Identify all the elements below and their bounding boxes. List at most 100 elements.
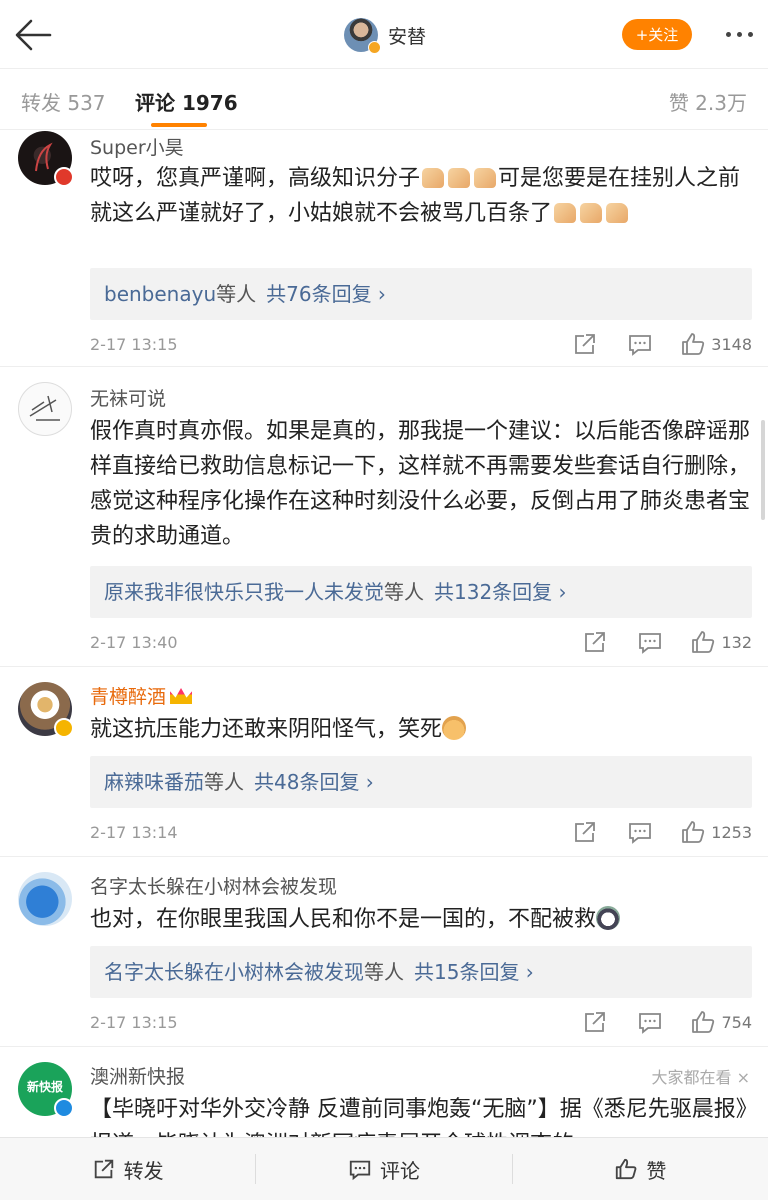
comment-time: 2-17 13:14: [90, 823, 178, 842]
share-icon[interactable]: [582, 629, 608, 655]
back-button[interactable]: [14, 18, 52, 52]
comment-meta: 2-17 13:40 132: [90, 629, 752, 659]
like-count: 132: [721, 633, 752, 652]
share-icon[interactable]: [572, 331, 598, 357]
comment-username[interactable]: 无袜可说: [90, 384, 166, 411]
comment-username[interactable]: 青樽醉酒: [90, 682, 193, 709]
thumbs-up-emoji-icon: [580, 203, 603, 223]
like-icon[interactable]: [690, 629, 716, 655]
author-name: 安替: [388, 25, 427, 48]
top-bar: 安替 +关注: [0, 0, 768, 68]
comment-item: 名字太长躲在小树林会被发现 也对，在你眼里我国人民和你不是一国的，不配被救 名字…: [0, 858, 768, 1047]
reply-names[interactable]: 原来我非很快乐只我一人未发觉: [104, 580, 384, 604]
avatar[interactable]: [344, 18, 381, 54]
replies-summary[interactable]: 原来我非很快乐只我一人未发觉等人 共132条回复 ›: [90, 566, 752, 618]
comment-item: 无袜可说 假作真时真亦假。如果是真的，那我提一个建议：以后能否像辟谣那样直接给已…: [0, 368, 768, 667]
comment-meta: 2-17 13:14 1253: [90, 819, 752, 849]
like-button[interactable]: 赞: [513, 1138, 768, 1200]
comment-text: 【毕晓吁对华外交冷静 反遭前同事炮轰“无脑”】据《悉尼先驱晨报》报道，毕晓认为澳…: [90, 1097, 747, 1137]
comment-text: 假作真时真亦假。如果是真的，那我提一个建议：以后能否像辟谣那样直接给已救助信息标…: [90, 419, 751, 549]
comment-time: 2-17 13:15: [90, 335, 178, 354]
like-icon[interactable]: [680, 819, 706, 845]
avatar-logo-text: 新快报: [26, 1080, 63, 1094]
comment-icon[interactable]: [637, 1009, 663, 1035]
comment-item: Super小昊 哎呀，您真严谨啊，高级知识分子 可是您要是在挂别人之前就这么严谨就…: [0, 131, 768, 367]
comment-username[interactable]: Super小昊: [90, 133, 184, 160]
old-man-emoji-icon: [442, 716, 467, 740]
avatar[interactable]: [18, 682, 74, 738]
thumbs-up-emoji-icon: [422, 168, 445, 188]
comment-time: 2-17 13:40: [90, 633, 178, 652]
ad-tag[interactable]: 大家都在看 ×: [652, 1064, 751, 1088]
avatar[interactable]: [18, 131, 74, 187]
comment-text: 也对，在你眼里我国人民和你不是一国的，不配被救: [90, 902, 752, 937]
comment-time: 2-17 13:15: [90, 1013, 178, 1032]
thumbs-up-emoji-icon: [554, 203, 577, 223]
tabs-bar: 转发 537 评论 1976 赞 2.3万: [0, 68, 768, 130]
husky-emoji-icon: [596, 906, 621, 930]
comment-text-part: 也对，在你眼里我国人民和你不是一国的，不配被救: [90, 907, 597, 932]
thumbs-up-emoji-icon: [606, 203, 629, 223]
thumbs-up-emoji-icon: [474, 168, 497, 188]
active-tab-indicator: [151, 123, 207, 127]
share-icon[interactable]: [572, 819, 598, 845]
repost-button[interactable]: 转发: [0, 1138, 255, 1200]
comment-button[interactable]: 评论: [256, 1138, 511, 1200]
thumbs-up-emoji-icon: [448, 168, 471, 188]
more-dots-icon[interactable]: [720, 22, 758, 46]
comment-text: 哎呀，您真严谨啊，高级知识分子 可是您要是在挂别人之前就这么严谨就好了，小姑娘就不…: [90, 161, 752, 231]
reply-suffix: 等人: [384, 580, 424, 604]
reply-count[interactable]: 共48条回复 ›: [254, 770, 374, 794]
avatar[interactable]: 新快报: [18, 1062, 74, 1118]
reply-names[interactable]: 名字太长躲在小树林会被发现: [104, 960, 364, 984]
share-icon: [94, 1159, 113, 1179]
scrollbar[interactable]: [761, 420, 765, 520]
comment-icon[interactable]: [627, 331, 653, 357]
comment-label: 评论: [379, 1158, 420, 1183]
comment-icon[interactable]: [637, 629, 663, 655]
verified-badge-icon: [54, 718, 74, 738]
comment-item: 青樽醉酒 就这抗压能力还敢来阴阳怪气，笑死 麻辣味番茄等人 共48条回复 › 2-…: [0, 668, 768, 857]
avatar[interactable]: [18, 872, 72, 926]
replies-summary[interactable]: 麻辣味番茄等人 共48条回复 ›: [90, 756, 752, 808]
reply-count[interactable]: 共132条回复 ›: [434, 580, 567, 604]
comment-meta: 2-17 13:15 754: [90, 1009, 752, 1039]
share-icon[interactable]: [582, 1009, 608, 1035]
like-count: 3148: [711, 335, 752, 354]
comment-meta: 2-17 13:15 3148: [90, 331, 752, 361]
comment-username[interactable]: 澳洲新快报: [90, 1062, 185, 1089]
verified-badge-icon: [54, 1098, 74, 1118]
comment-text-part: 哎呀，您真严谨啊，高级知识分子: [90, 166, 421, 191]
comment-icon[interactable]: [627, 819, 653, 845]
repost-label: 转发: [123, 1158, 164, 1183]
like-icon[interactable]: [680, 331, 706, 357]
verified-badge-icon: [368, 41, 381, 54]
follow-button[interactable]: +关注: [622, 19, 692, 50]
reply-names[interactable]: benbenayu: [104, 282, 216, 306]
replies-summary[interactable]: benbenayu等人 共76条回复 ›: [90, 268, 752, 320]
like-label: 赞: [646, 1158, 667, 1183]
crown-icon: [170, 688, 193, 704]
comment-item: 新快报 澳洲新快报 大家都在看 × 【毕晓吁对华外交冷静 反遭前同事炮轰“无脑”…: [0, 1048, 768, 1137]
comment-icon: [349, 1160, 371, 1181]
reply-names[interactable]: 麻辣味番茄: [104, 770, 204, 794]
comment-text-part: 就这抗压能力还敢来阴阳怪气，笑死: [90, 717, 443, 742]
tab-likes[interactable]: 赞 2.3万: [669, 87, 747, 116]
post-author[interactable]: 安替: [344, 16, 426, 54]
tab-repost[interactable]: 转发 537: [21, 87, 106, 116]
arrow-left-icon: [15, 19, 52, 51]
member-badge-icon: [54, 167, 74, 187]
comment-username[interactable]: 名字太长躲在小树林会被发现: [90, 872, 337, 899]
reply-suffix: 等人: [216, 282, 257, 306]
comment-username-text: 青樽醉酒: [90, 686, 167, 708]
bottom-action-bar: 转发 评论 赞: [0, 1137, 768, 1200]
like-count: 1253: [711, 823, 752, 842]
reply-count[interactable]: 共76条回复 ›: [266, 282, 386, 306]
like-count: 754: [721, 1013, 752, 1032]
reply-suffix: 等人: [204, 770, 244, 794]
avatar[interactable]: [18, 382, 72, 436]
tab-comments[interactable]: 评论 1976: [135, 87, 238, 116]
reply-count[interactable]: 共15条回复 ›: [414, 960, 534, 984]
like-icon[interactable]: [690, 1009, 716, 1035]
replies-summary[interactable]: 名字太长躲在小树林会被发现等人 共15条回复 ›: [90, 946, 752, 998]
